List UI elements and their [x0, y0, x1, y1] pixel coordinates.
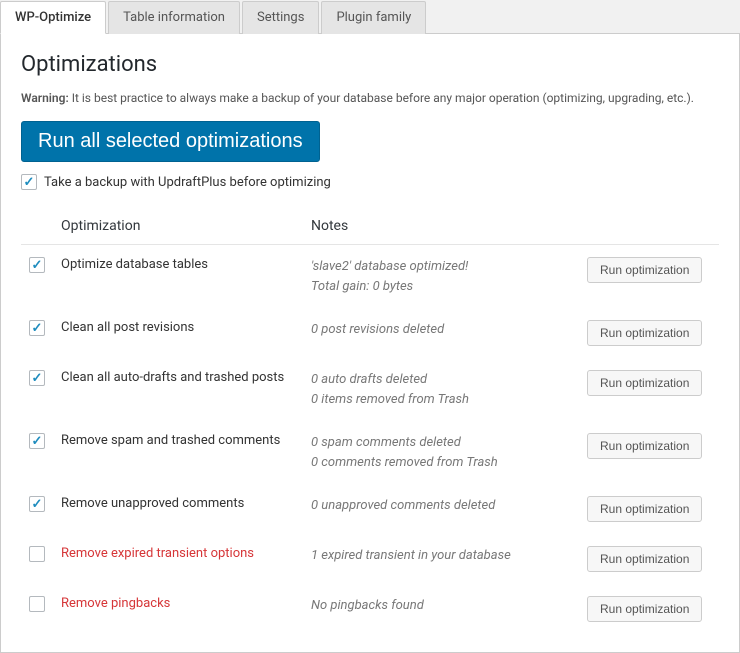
tab-wp-optimize[interactable]: WP-Optimize: [0, 1, 106, 34]
row-checkbox[interactable]: [29, 596, 45, 612]
backup-label: Take a backup with UpdraftPlus before op…: [44, 175, 331, 190]
table-row: Remove expired transient options 1 expire…: [21, 534, 719, 584]
optimization-label: Clean all post revisions: [61, 320, 194, 335]
table-row: Clean all post revisions 0 post revisions…: [21, 308, 719, 358]
backup-row: Take a backup with UpdraftPlus before op…: [21, 174, 719, 190]
warning-label: Warning:: [21, 91, 69, 105]
tab-plugin-family[interactable]: Plugin family: [321, 1, 426, 34]
table-row: Remove unapproved comments 0 unapproved c…: [21, 484, 719, 534]
tabs-bar: WP-OptimizeTable informationSettingsPlug…: [0, 0, 740, 34]
note-line: 0 auto drafts deleted: [311, 370, 571, 390]
note-line: 0 comments removed from Trash: [311, 453, 571, 473]
row-checkbox[interactable]: [29, 257, 45, 273]
run-optimization-button[interactable]: Run optimization: [587, 257, 702, 283]
optimization-label: Clean all auto-drafts and trashed posts: [61, 370, 284, 385]
note-line: 'slave2' database optimized!: [311, 257, 571, 277]
table-row: Remove pingbacks No pingbacks found Run op…: [21, 584, 719, 634]
row-checkbox[interactable]: [29, 496, 45, 512]
table-row: Clean all auto-drafts and trashed posts 0…: [21, 358, 719, 421]
tab-settings[interactable]: Settings: [242, 1, 319, 34]
table-row: Remove spam and trashed comments 0 spam c…: [21, 421, 719, 484]
table-body: Optimize database tables 'slave2' databas…: [21, 245, 719, 635]
run-optimization-button[interactable]: Run optimization: [587, 370, 702, 396]
tab-table-information[interactable]: Table information: [108, 1, 240, 34]
run-optimization-button[interactable]: Run optimization: [587, 320, 702, 346]
warning-line: Warning: It is best practice to always m…: [21, 91, 719, 105]
row-checkbox[interactable]: [29, 433, 45, 449]
row-checkbox[interactable]: [29, 320, 45, 336]
note-line: 0 spam comments deleted: [311, 433, 571, 453]
header-optimization: Optimization: [53, 208, 303, 245]
header-notes: Notes: [303, 208, 579, 245]
run-all-button[interactable]: Run all selected optimizations: [21, 121, 320, 162]
row-checkbox[interactable]: [29, 546, 45, 562]
run-optimization-button[interactable]: Run optimization: [587, 596, 702, 622]
optimization-label: Optimize database tables: [61, 257, 208, 272]
table-row: Optimize database tables 'slave2' databas…: [21, 245, 719, 309]
note-line: 0 post revisions deleted: [311, 320, 571, 340]
table-header-row: Optimization Notes: [21, 208, 719, 245]
main-panel: Optimizations Warning: It is best practi…: [0, 34, 740, 653]
optimization-label: Remove spam and trashed comments: [61, 433, 280, 448]
page-title: Optimizations: [21, 52, 719, 77]
note-line: 1 expired transient in your database: [311, 546, 571, 566]
note-line: Total gain: 0 bytes: [311, 277, 571, 297]
optimization-label: Remove unapproved comments: [61, 496, 244, 511]
optimizations-table: Optimization Notes Optimize database tab…: [21, 208, 719, 634]
note-line: No pingbacks found: [311, 596, 571, 616]
run-optimization-button[interactable]: Run optimization: [587, 546, 702, 572]
note-line: 0 unapproved comments deleted: [311, 496, 571, 516]
run-optimization-button[interactable]: Run optimization: [587, 433, 702, 459]
row-checkbox[interactable]: [29, 370, 45, 386]
header-action: [579, 208, 719, 245]
header-check: [21, 208, 53, 245]
run-optimization-button[interactable]: Run optimization: [587, 496, 702, 522]
optimization-label: Remove expired transient options: [61, 546, 254, 561]
backup-checkbox[interactable]: [21, 174, 37, 190]
warning-text: It is best practice to always make a bac…: [69, 91, 694, 105]
note-line: 0 items removed from Trash: [311, 390, 571, 410]
optimization-label: Remove pingbacks: [61, 596, 170, 611]
